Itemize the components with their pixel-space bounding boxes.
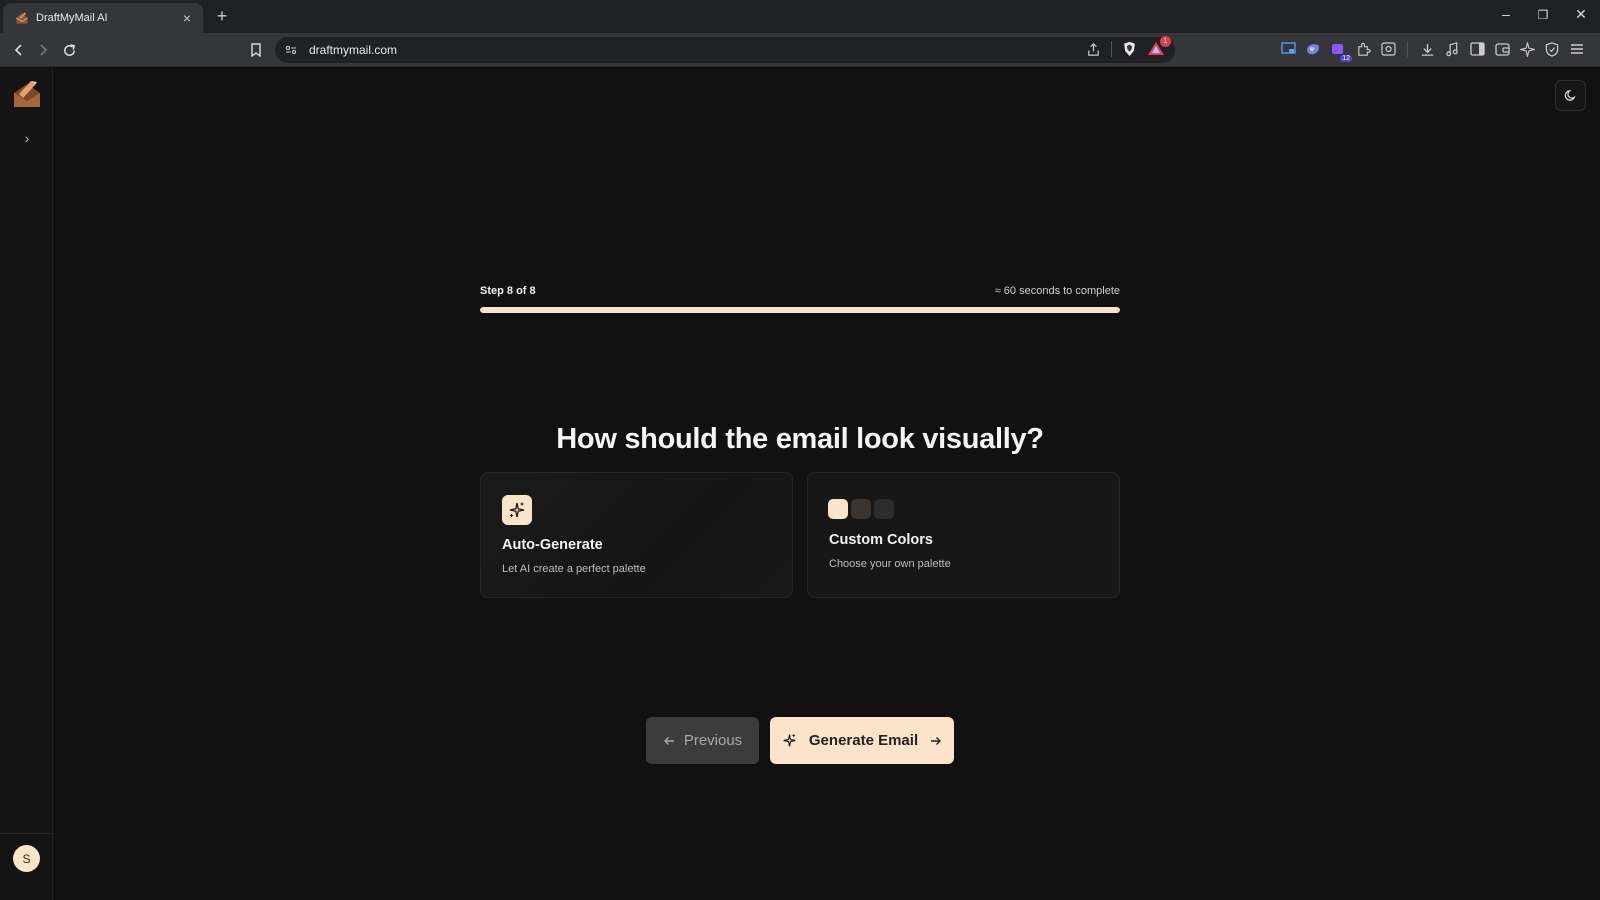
reload-icon — [63, 43, 75, 56]
vpn-shield-icon[interactable] — [1544, 41, 1560, 57]
generate-label: Generate Email — [808, 732, 919, 749]
back-button[interactable] — [8, 40, 30, 60]
share-icon[interactable] — [1086, 42, 1101, 57]
restore-button[interactable]: ❐ — [1531, 8, 1555, 22]
option-subtitle: Let AI create a perfect palette — [502, 563, 646, 575]
arrow-left-icon — [14, 44, 22, 56]
sparkles-icon — [502, 495, 532, 525]
forward-button[interactable] — [32, 40, 54, 60]
reload-button[interactable] — [58, 40, 80, 60]
color-swatch — [828, 499, 848, 519]
sidebar-divider — [0, 833, 53, 834]
arrow-left-icon — [663, 735, 675, 747]
option-subtitle: Choose your own palette — [829, 558, 951, 570]
minimize-button[interactable]: – — [1494, 6, 1518, 22]
progress-track — [480, 307, 1120, 313]
draftmymail-logo-icon[interactable] — [12, 79, 42, 109]
previous-button[interactable]: Previous — [646, 717, 759, 764]
leo-ai-icon[interactable] — [1519, 41, 1535, 57]
brave-rewards-button[interactable]: 1 — [1147, 36, 1171, 58]
brave-shield-icon[interactable] — [1122, 41, 1137, 57]
wallet-icon[interactable] — [1494, 41, 1510, 57]
arrow-right-icon — [930, 735, 942, 747]
sidebar-expand-button[interactable]: › — [16, 127, 38, 149]
tab-title: DraftMyMail AI — [36, 12, 108, 24]
new-tab-button[interactable]: + — [212, 6, 232, 27]
option-title: Custom Colors — [829, 532, 933, 548]
app-sidebar: › S — [0, 67, 53, 900]
extension-badge: 12 — [1340, 55, 1352, 62]
app-logo-icon — [16, 12, 28, 24]
arrow-right-icon — [40, 44, 48, 56]
option-title: Auto-Generate — [502, 537, 603, 553]
tab-counter-extension-icon[interactable]: 12 — [1330, 41, 1352, 62]
browser-tab-bar: DraftMyMail AI × + – ❐ ✕ — [0, 0, 1600, 33]
sidebar-toggle-icon[interactable] — [1469, 41, 1485, 57]
user-avatar[interactable]: S — [13, 845, 40, 872]
bookmark-button[interactable] — [245, 40, 267, 60]
color-swatch — [874, 499, 894, 519]
moon-icon — [1564, 90, 1576, 101]
downloads-icon[interactable] — [1419, 41, 1435, 57]
browser-menu-icon[interactable] — [1569, 41, 1585, 57]
color-swatches — [828, 499, 894, 519]
address-bar[interactable]: draftmymail.com 1 — [275, 36, 1175, 63]
progress-fill — [480, 307, 1120, 313]
browser-tab[interactable]: DraftMyMail AI × — [3, 3, 203, 33]
option-custom-colors[interactable]: Custom Colors Choose your own palette — [807, 472, 1120, 598]
previous-label: Previous — [683, 732, 743, 749]
time-estimate: ≈ 60 seconds to complete — [994, 285, 1120, 297]
window-close-button[interactable]: ✕ — [1569, 6, 1593, 23]
theme-toggle-button[interactable] — [1555, 80, 1586, 111]
extensions-puzzle-icon[interactable] — [1355, 41, 1371, 57]
browser-toolbar: draftmymail.com 1 12 — [0, 33, 1600, 67]
music-icon[interactable] — [1444, 41, 1460, 57]
step-counter: Step 8 of 8 — [480, 285, 536, 297]
generate-email-button[interactable]: Generate Email — [770, 717, 954, 764]
question-heading: How should the email look visually? — [556, 423, 1044, 455]
color-swatch — [851, 499, 871, 519]
url-text: draftmymail.com — [309, 43, 398, 57]
chevron-right-icon: › — [24, 130, 30, 146]
ai-assistant-extension-icon[interactable] — [1305, 41, 1321, 57]
screen-cast-extension-icon[interactable] — [1280, 41, 1296, 57]
capture-extension-icon[interactable] — [1380, 41, 1396, 57]
notification-badge: 1 — [1160, 36, 1171, 47]
bookmark-icon — [251, 43, 261, 57]
tab-close-icon[interactable]: × — [179, 11, 195, 25]
option-auto-generate[interactable]: Auto-Generate Let AI create a perfect pa… — [480, 472, 793, 598]
sparkles-icon — [782, 733, 797, 748]
site-settings-icon — [285, 45, 297, 55]
